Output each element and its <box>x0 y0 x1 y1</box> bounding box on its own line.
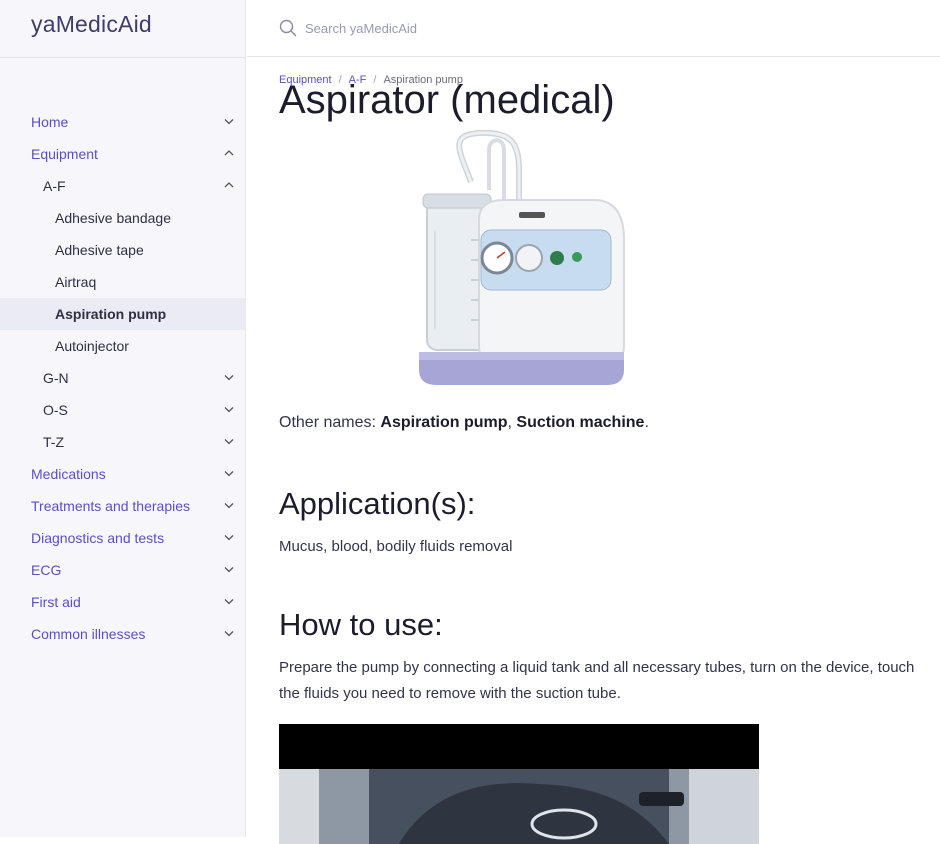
top-header <box>247 0 940 57</box>
sidebar-item-label: Adhesive tape <box>55 242 144 258</box>
chevron-up-icon[interactable] <box>222 178 236 192</box>
sidebar-item-ecg[interactable]: ECG <box>0 554 246 586</box>
other-names-separator: , <box>507 414 512 431</box>
sidebar-item-label: Aspiration pump <box>55 306 167 322</box>
search-icon <box>279 19 297 37</box>
application-text: Mucus, blood, bodily fluids removal <box>279 538 513 555</box>
other-name: Aspiration pump <box>380 414 508 431</box>
page-title: Aspirator (medical) <box>279 78 615 122</box>
video-player[interactable] <box>279 724 759 844</box>
chevron-down-icon[interactable] <box>222 594 236 608</box>
chevron-down-icon[interactable] <box>222 466 236 480</box>
sidebar-item-o-s[interactable]: O-S <box>0 394 246 426</box>
chevron-down-icon[interactable] <box>222 114 236 128</box>
application-heading: Application(s): <box>279 486 476 521</box>
sidebar-item-aspiration-pump[interactable]: Aspiration pump <box>0 298 246 330</box>
sidebar-item-label: Medications <box>31 466 106 482</box>
sidebar-item-home[interactable]: Home <box>0 106 246 138</box>
chevron-down-icon[interactable] <box>222 562 236 576</box>
sidebar-item-g-n[interactable]: G-N <box>0 362 246 394</box>
sidebar-item-treatments[interactable]: Treatments and therapies <box>0 490 246 522</box>
sidebar-item-label: Treatments and therapies <box>31 498 191 514</box>
chevron-down-icon[interactable] <box>222 530 236 544</box>
other-names-suffix: . <box>644 414 649 431</box>
sidebar-item-label: Common illnesses <box>31 626 146 642</box>
other-name: Suction machine <box>516 414 645 431</box>
sidebar: yaMedicAid Home Equipment A-F Adhesive b… <box>0 0 246 837</box>
sidebar-item-label: ECG <box>31 562 62 578</box>
sidebar-item-t-z[interactable]: T-Z <box>0 426 246 458</box>
sidebar-item-label: Adhesive bandage <box>55 210 171 226</box>
sidebar-item-diagnostics[interactable]: Diagnostics and tests <box>0 522 246 554</box>
sidebar-item-a-f[interactable]: A-F <box>0 170 246 202</box>
chevron-down-icon[interactable] <box>222 402 236 416</box>
sidebar-item-label: O-S <box>43 402 68 418</box>
aspirator-device-image <box>419 129 629 388</box>
sidebar-item-label: First aid <box>31 594 81 610</box>
sidebar-item-common-illnesses[interactable]: Common illnesses <box>0 618 246 650</box>
other-names-label: Other names: <box>279 414 376 431</box>
brand-logo[interactable]: yaMedicAid <box>31 11 152 41</box>
sidebar-item-airtraq[interactable]: Airtraq <box>0 266 246 298</box>
sidebar-nav: Home Equipment A-F Adhesive bandage Adhe… <box>0 106 246 650</box>
sidebar-item-medications[interactable]: Medications <box>0 458 246 490</box>
sidebar-item-label: Diagnostics and tests <box>31 530 165 546</box>
sidebar-item-label: Airtraq <box>55 274 97 290</box>
how-to-use-text: Prepare the pump by connecting a liquid … <box>279 659 915 702</box>
chevron-down-icon[interactable] <box>222 370 236 384</box>
sidebar-item-equipment[interactable]: Equipment <box>0 138 246 170</box>
chevron-down-icon[interactable] <box>222 434 236 448</box>
sidebar-item-label: A-F <box>43 178 66 194</box>
sidebar-item-adhesive-tape[interactable]: Adhesive tape <box>0 234 246 266</box>
sidebar-item-label: G-N <box>43 370 69 386</box>
other-names: Other names: Aspiration pump, Suction ma… <box>279 414 649 432</box>
chevron-down-icon[interactable] <box>222 626 236 640</box>
sidebar-item-label: T-Z <box>43 434 64 450</box>
sidebar-item-label: Equipment <box>31 146 98 162</box>
chevron-down-icon[interactable] <box>222 498 236 512</box>
sidebar-item-adhesive-bandage[interactable]: Adhesive bandage <box>0 202 246 234</box>
chevron-up-icon[interactable] <box>222 146 236 160</box>
divider <box>0 57 246 58</box>
sidebar-item-label: Home <box>31 114 69 130</box>
search-input[interactable] <box>303 16 707 40</box>
how-to-use-heading: How to use: <box>279 607 443 642</box>
sidebar-item-autoinjector[interactable]: Autoinjector <box>0 330 246 362</box>
sidebar-item-first-aid[interactable]: First aid <box>0 586 246 618</box>
video-frame <box>279 724 759 844</box>
sidebar-item-label: Autoinjector <box>55 338 129 354</box>
